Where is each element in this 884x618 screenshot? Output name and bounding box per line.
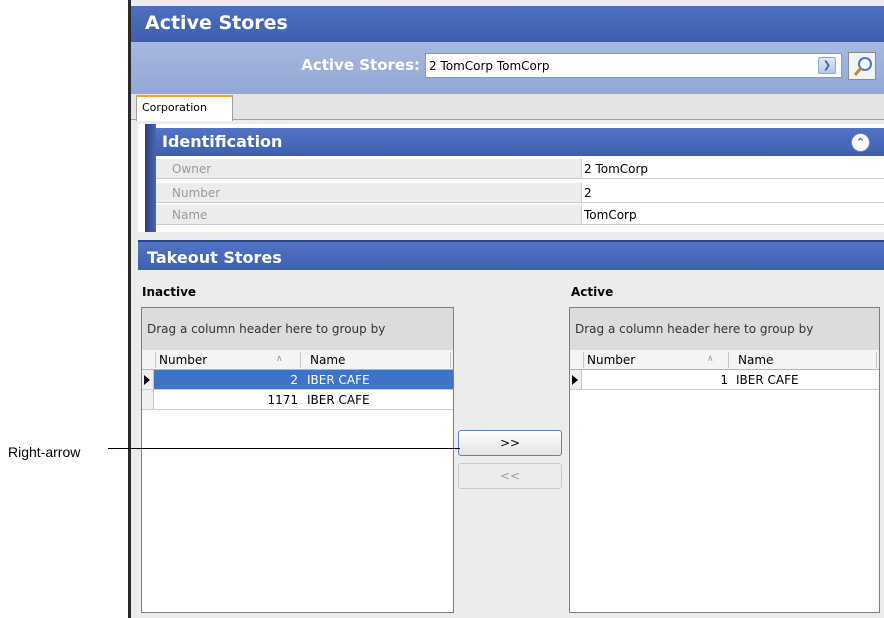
takeout-stores-header: Takeout Stores bbox=[138, 240, 884, 270]
owner-label: Owner bbox=[156, 159, 581, 179]
chevron-down-icon[interactable]: ❯ bbox=[818, 57, 836, 74]
tab-strip bbox=[131, 94, 884, 120]
search-icon bbox=[853, 57, 872, 76]
search-button[interactable] bbox=[848, 52, 876, 80]
column-header-number[interactable]: Number bbox=[587, 353, 707, 367]
number-label: Number bbox=[156, 183, 581, 203]
row-pointer-icon bbox=[572, 375, 578, 385]
cell-number: 2 bbox=[290, 373, 298, 387]
page-title: Active Stores bbox=[131, 6, 884, 42]
name-value[interactable]: TomCorp bbox=[581, 205, 884, 225]
number-value[interactable]: 2 bbox=[581, 183, 884, 203]
cell-number: 1 bbox=[720, 373, 728, 387]
group-by-area[interactable]: Drag a column header here to group by bbox=[142, 308, 453, 350]
collapse-up-icon[interactable]: ⌃ bbox=[851, 133, 870, 152]
store-selector-label: Active Stores: bbox=[301, 56, 420, 74]
inactive-grid: Drag a column header here to group by Nu… bbox=[141, 307, 454, 613]
group-by-area[interactable]: Drag a column header here to group by bbox=[570, 308, 879, 350]
active-caption: Active bbox=[571, 285, 614, 299]
table-row[interactable]: 2 IBER CAFE bbox=[142, 370, 453, 390]
tab-corporation[interactable]: Corporation bbox=[136, 95, 233, 121]
identification-header: Identification bbox=[156, 128, 884, 156]
sort-icon: ∧ bbox=[707, 354, 714, 364]
cell-name: IBER CAFE bbox=[736, 373, 799, 387]
sort-icon: ∧ bbox=[276, 354, 283, 364]
row-indicator bbox=[570, 370, 582, 389]
table-row[interactable]: 1 IBER CAFE bbox=[570, 370, 879, 390]
cell-name: IBER CAFE bbox=[307, 373, 370, 387]
owner-value[interactable]: 2 TomCorp bbox=[581, 159, 884, 179]
name-label: Name bbox=[156, 205, 581, 225]
row-indicator bbox=[142, 390, 154, 409]
column-header-number[interactable]: Number bbox=[159, 353, 279, 367]
row-pointer-icon bbox=[144, 375, 150, 385]
column-header-row: Number ∧ Name bbox=[570, 350, 879, 370]
move-left-button[interactable]: << bbox=[458, 463, 562, 489]
panel-accent-strip bbox=[145, 124, 156, 232]
callout-label: Right-arrow bbox=[8, 444, 81, 460]
move-right-button[interactable]: >> bbox=[458, 430, 562, 456]
column-header-name[interactable]: Name bbox=[738, 353, 773, 367]
callout-line bbox=[108, 448, 460, 449]
cell-name: IBER CAFE bbox=[307, 393, 370, 407]
store-selector-dropdown[interactable]: 2 TomCorp TomCorp bbox=[425, 53, 842, 78]
cell-number: 1171 bbox=[267, 393, 298, 407]
active-grid: Drag a column header here to group by Nu… bbox=[569, 307, 880, 613]
inactive-caption: Inactive bbox=[142, 285, 197, 299]
column-header-row: Number ∧ Name bbox=[142, 350, 453, 370]
column-header-name[interactable]: Name bbox=[310, 353, 345, 367]
row-indicator bbox=[142, 370, 154, 389]
table-row[interactable]: 1171 IBER CAFE bbox=[142, 390, 453, 410]
store-selector-value: 2 TomCorp TomCorp bbox=[429, 59, 550, 73]
